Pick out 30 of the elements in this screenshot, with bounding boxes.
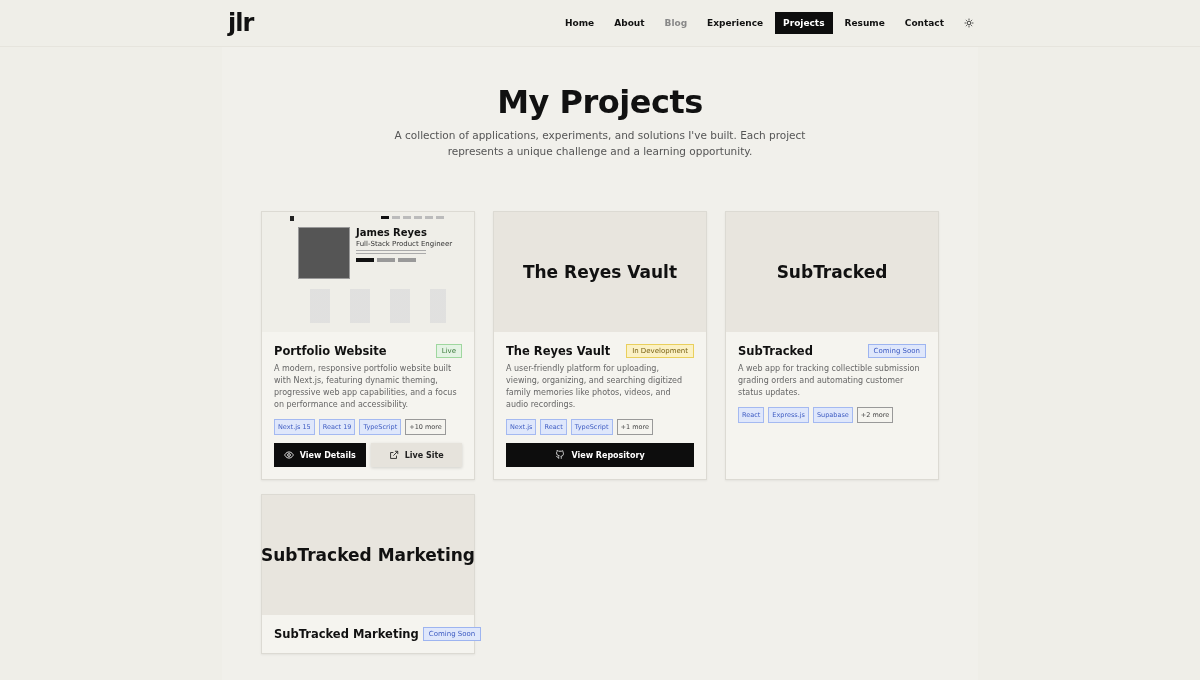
logo[interactable]: jlr bbox=[228, 9, 254, 37]
nav-link[interactable]: Contact bbox=[896, 12, 952, 34]
screenshot-heading: James Reyes bbox=[356, 227, 428, 238]
cover-title: SubTracked bbox=[776, 262, 888, 282]
nav-link[interactable]: Experience bbox=[699, 12, 772, 34]
nav-link[interactable]: Home bbox=[557, 12, 603, 34]
cover-title: The Reyes Vault bbox=[522, 262, 678, 282]
page-title: My Projects bbox=[497, 83, 703, 121]
project-title: The Reyes Vault bbox=[506, 344, 611, 358]
project-title: SubTracked Marketing bbox=[274, 627, 419, 641]
live-site-button[interactable]: Live Site bbox=[370, 443, 462, 467]
nav-link[interactable]: About bbox=[606, 12, 653, 34]
mini-logo bbox=[290, 216, 294, 221]
mini-buttons-drawing bbox=[356, 258, 416, 262]
nav-link[interactable]: Resume bbox=[836, 12, 893, 34]
cover-title: SubTracked Marketing bbox=[261, 545, 475, 565]
view-repository-button[interactable]: View Repository bbox=[506, 443, 694, 467]
eye-icon bbox=[283, 450, 294, 460]
github-icon bbox=[555, 450, 566, 460]
sun-icon bbox=[964, 18, 974, 28]
view-details-button[interactable]: View Details bbox=[274, 443, 366, 467]
project-title: SubTracked bbox=[738, 344, 813, 358]
project-description: A web app for tracking collectible submission grading orders and automating customer status updates. bbox=[738, 363, 921, 399]
external-link-icon bbox=[388, 450, 399, 460]
nav-link[interactable]: Projects bbox=[775, 12, 833, 34]
project-description: A user-friendly platform for uploading, viewing, organizing, and searching digitized family memories like photos, videos, and audio recordings. bbox=[506, 363, 684, 411]
page-subtitle: A collection of applications, experiments, and solutions I've built. Each project represents a unique challenge and a learning opportunity. bbox=[393, 128, 807, 159]
project-description: A modern, responsive portfolio website built with Next.js, featuring dynamic theming, progressive web app capabilities, and a focus on performance and accessibility. bbox=[274, 363, 458, 411]
project-title: Portfolio Website bbox=[274, 344, 387, 358]
photo-placeholder bbox=[298, 227, 350, 279]
